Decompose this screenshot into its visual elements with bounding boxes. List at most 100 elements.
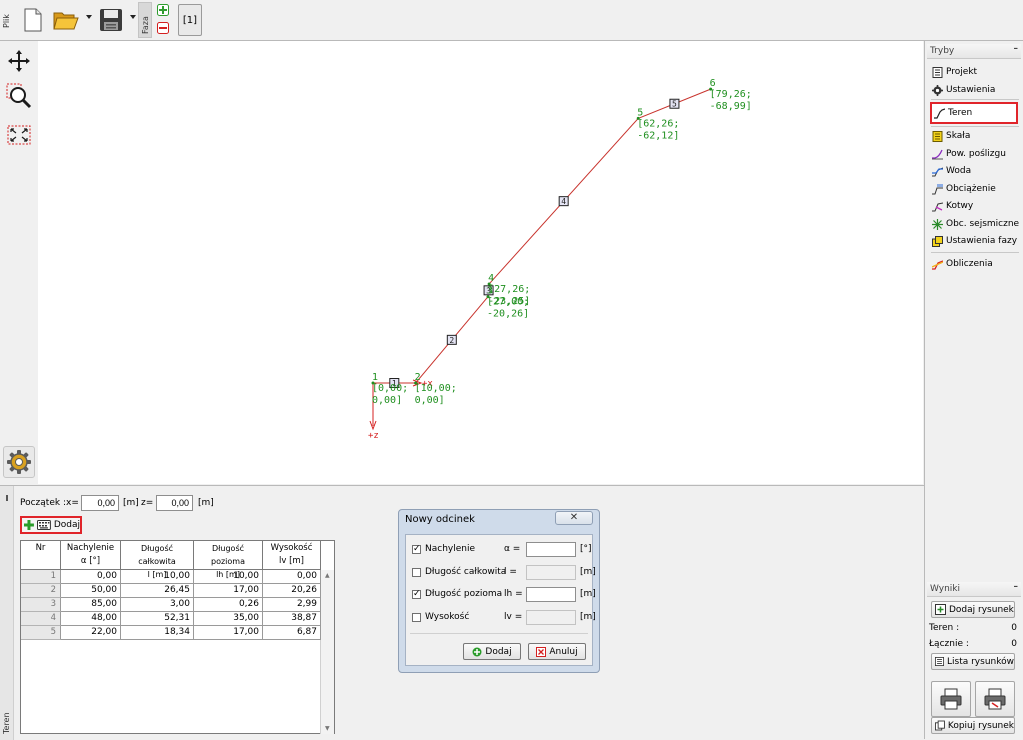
mode-rock[interactable]: Skała <box>932 128 1020 144</box>
z-axis-label: +z <box>368 431 379 441</box>
mode-seismic[interactable]: Obc. sejsmiczne <box>932 216 1020 232</box>
table-cell-height[interactable]: 0,00 <box>263 570 321 584</box>
mode-anchors[interactable]: Kotwy <box>932 198 1020 214</box>
open-dropdown-icon[interactable] <box>86 15 92 19</box>
mode-calculation-label: Obliczenia <box>946 259 993 269</box>
table-cell-horizontal[interactable]: 0,26 <box>194 598 263 612</box>
terrain-point[interactable]: 1[0,00;0,00] <box>371 372 409 406</box>
table-cell-height[interactable]: 2,99 <box>263 598 321 612</box>
segment-marker[interactable]: 4 <box>558 196 569 207</box>
save-file-button[interactable] <box>98 5 124 35</box>
horizontal-length-input[interactable] <box>526 587 576 602</box>
mode-project[interactable]: Projekt <box>932 64 1020 80</box>
table-cell-slope[interactable]: 22,00 <box>61 626 121 640</box>
remove-phase-button[interactable] <box>157 22 169 37</box>
terrain-point[interactable]: 5[62,26;-62,12] <box>636 107 680 141</box>
add-segment-label: Dodaj <box>53 520 80 530</box>
dialog-add-button[interactable]: Dodaj <box>463 643 521 660</box>
table-cell-height[interactable]: 20,26 <box>263 584 321 598</box>
table-cell-horizontal[interactable]: 10,00 <box>194 570 263 584</box>
bottom-side-strip: Teren <box>0 486 14 740</box>
print-export-button[interactable] <box>975 681 1015 717</box>
pan-tool-button[interactable] <box>4 47 34 75</box>
total-length-checkbox[interactable] <box>412 568 421 577</box>
dialog-body: ✓ Nachylenie α = [°] Długość całkowita l… <box>405 534 596 666</box>
cancel-icon <box>536 646 547 657</box>
segment-number: 5 <box>672 100 677 109</box>
minus-icon <box>157 22 169 34</box>
mode-terrain[interactable]: Teren <box>930 102 1018 124</box>
table-cell-height[interactable]: 38,87 <box>263 612 321 626</box>
segment-number: 4 <box>561 197 566 206</box>
dialog-close-button[interactable]: ✕ <box>555 511 593 525</box>
dialog-cancel-button[interactable]: Anuluj <box>528 643 586 660</box>
table-scrollbar[interactable]: ▲ ▼ <box>320 570 334 734</box>
table-cell-total[interactable]: 3,00 <box>121 598 194 612</box>
origin-z-unit: [m] <box>198 498 214 508</box>
origin-z-input[interactable] <box>156 495 193 511</box>
table-cell-horizontal[interactable]: 17,00 <box>194 584 263 598</box>
slope-checkbox[interactable]: ✓ <box>412 545 421 554</box>
mode-settings[interactable]: Ustawienia <box>932 82 1020 98</box>
height-checkbox[interactable] <box>412 613 421 622</box>
zoom-window-button[interactable] <box>4 82 34 110</box>
table-cell-total[interactable]: 10,00 <box>121 570 194 584</box>
add-segment-button[interactable]: Dodaj <box>20 516 82 534</box>
table-cell-total[interactable]: 18,34 <box>121 626 194 640</box>
table-cell-slope[interactable]: 85,00 <box>61 598 121 612</box>
mode-calculation[interactable]: Obliczenia <box>932 256 1020 272</box>
add-phase-button[interactable] <box>157 4 169 19</box>
open-file-button[interactable] <box>53 5 79 35</box>
drawing-canvas[interactable]: +z +x 1 2 3 4 5 1 [0,00; 0,00] 2 [10,00; 0,00] 3 [27… <box>38 41 923 484</box>
zoom-extents-button[interactable] <box>4 121 34 149</box>
slope-input[interactable] <box>526 542 576 557</box>
table-cell-slope[interactable]: 50,00 <box>61 584 121 598</box>
terrain-point[interactable]: 2[10,00;0,00] <box>414 372 457 406</box>
print-button[interactable] <box>931 681 971 717</box>
table-cell-slope[interactable]: 0,00 <box>61 570 121 584</box>
save-dropdown-icon[interactable] <box>130 15 136 19</box>
dialog-row-total-length: Długość całkowita l = [m] <box>412 564 596 582</box>
table-row-number[interactable]: 2 <box>21 584 61 598</box>
phase-1-button[interactable]: [1] <box>178 4 202 36</box>
minimize-icon[interactable]: – <box>1014 44 1019 54</box>
mode-slip-surface-label: Pow. poślizgu <box>946 149 1006 159</box>
table-cell-total[interactable]: 26,45 <box>121 584 194 598</box>
table-cell-height[interactable]: 6,87 <box>263 626 321 640</box>
keyboard-icon <box>36 520 51 530</box>
scroll-up-icon[interactable]: ▲ <box>325 572 330 579</box>
table-cell-horizontal[interactable]: 17,00 <box>194 626 263 640</box>
minimize-icon[interactable]: – <box>1014 582 1019 592</box>
mode-slip-surface[interactable]: Pow. poślizgu <box>932 146 1020 162</box>
settings-tool-button[interactable] <box>3 446 35 478</box>
mode-load[interactable]: Obciążenie <box>932 181 1020 197</box>
terrain-point[interactable]: 4[27,26;-23,25] <box>487 273 531 307</box>
terrain-point[interactable]: 6[79,26;-68,99] <box>709 78 752 112</box>
table-cell-horizontal[interactable]: 35,00 <box>194 612 263 626</box>
add-picture-button[interactable]: Dodaj rysunek <box>931 601 1015 618</box>
point-number: 1 <box>372 372 378 383</box>
segment-marker[interactable]: 5 <box>669 98 680 109</box>
mode-phase-settings[interactable]: Ustawienia fazy <box>932 233 1020 249</box>
table-row-number[interactable]: 5 <box>21 626 61 640</box>
table-cell-total[interactable]: 52,31 <box>121 612 194 626</box>
table-row-number[interactable]: 4 <box>21 612 61 626</box>
copy-picture-button[interactable]: Kopiuj rysunek <box>931 717 1015 734</box>
panel-grip-icon[interactable] <box>6 495 8 501</box>
new-file-button[interactable] <box>20 5 46 35</box>
table-row-number[interactable]: 3 <box>21 598 61 612</box>
table-row-number[interactable]: 1 <box>21 570 61 584</box>
segment-marker[interactable]: 2 <box>446 334 457 345</box>
new-file-icon <box>24 8 42 32</box>
terrain-drawing[interactable]: +z +x 123451[0,00;0,00]2[10,00;0,00]3[27… <box>38 41 923 484</box>
picture-list-button[interactable]: Lista rysunków <box>931 653 1015 670</box>
total-length-unit: [m] <box>580 567 596 577</box>
terrain-layer: 123451[0,00;0,00]2[10,00;0,00]3[27,00;-2… <box>371 78 752 406</box>
origin-x-input[interactable] <box>81 495 119 511</box>
table-cell-slope[interactable]: 48,00 <box>61 612 121 626</box>
segments-table[interactable]: Nr Nachylenie α [°] Długość całkowita l … <box>20 540 335 734</box>
scroll-down-icon[interactable]: ▼ <box>325 725 330 732</box>
mode-water[interactable]: Woda <box>932 163 1020 179</box>
horizontal-length-checkbox[interactable]: ✓ <box>412 590 421 599</box>
slope-label: Nachylenie <box>425 544 476 554</box>
